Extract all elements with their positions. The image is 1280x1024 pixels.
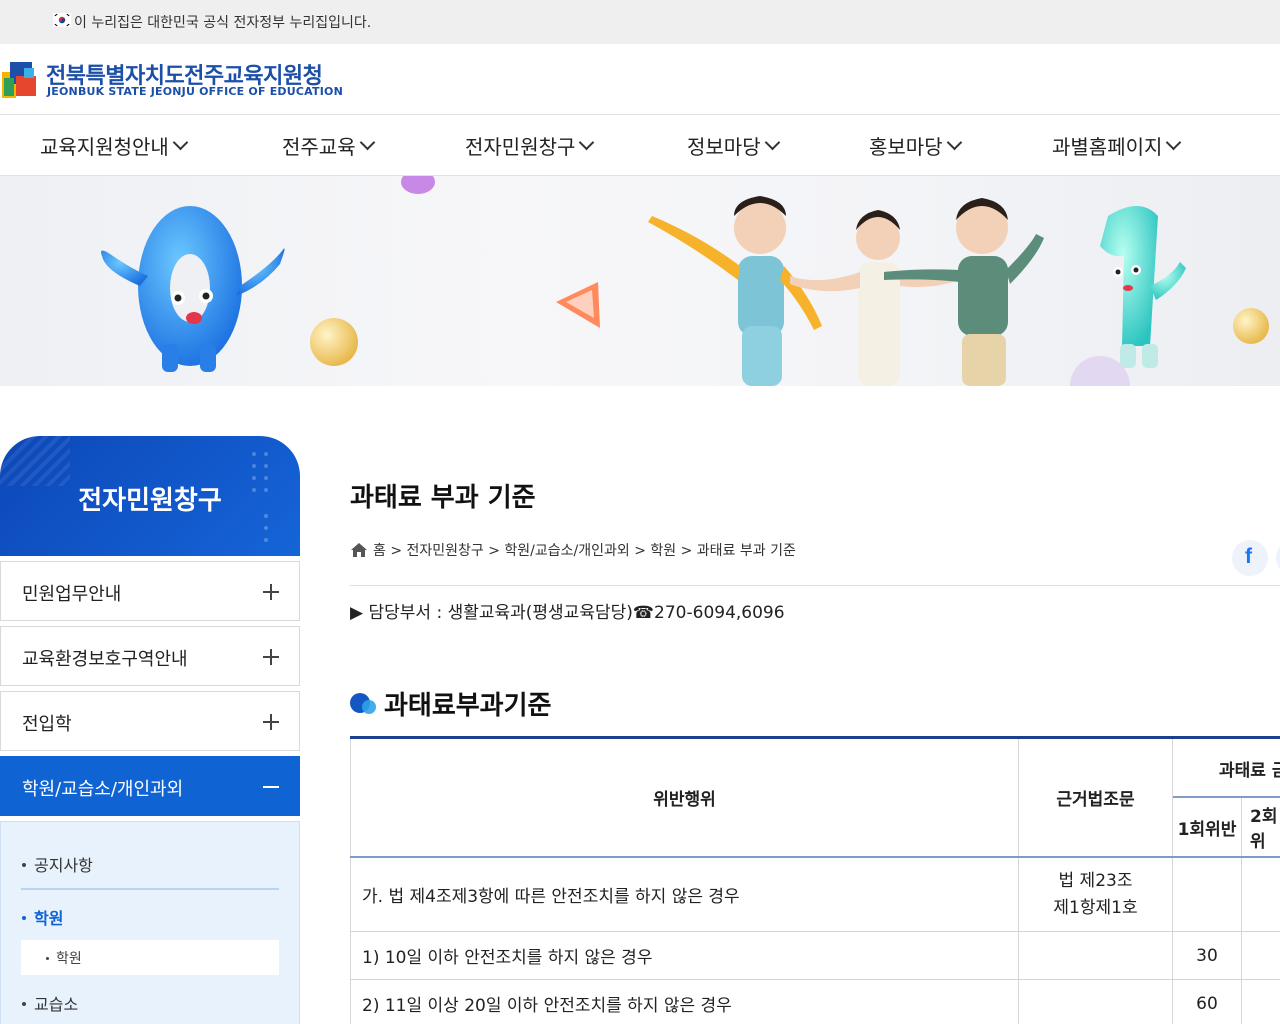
sidebar-menu-label: 학원/교습소/개인과외 bbox=[22, 779, 184, 800]
minus-icon bbox=[263, 786, 279, 788]
table-cell-first: 60 bbox=[1173, 980, 1242, 1024]
table-cell-law: 법 제23조 제1항제1호 bbox=[1019, 858, 1173, 932]
submenu-item-academy[interactable]: 학원 bbox=[21, 905, 63, 929]
section-title-text: 과태료부과기준 bbox=[384, 690, 552, 721]
gnb-label: 정보마당 bbox=[687, 135, 761, 159]
sidebar-menu-label: 교육환경보호구역안내 bbox=[22, 649, 188, 670]
gov-notice-text: 이 누리집은 대한민국 공식 전자정부 누리집입니다. bbox=[74, 15, 372, 31]
plus-icon bbox=[263, 714, 279, 730]
gnb-item-pr[interactable]: 홍보마당 bbox=[869, 131, 962, 160]
table-row: 가. 법 제4조제3항에 따른 안전조치를 하지 않은 경우 bbox=[350, 858, 1019, 932]
table-header-second-violation: 2회위 bbox=[1242, 798, 1280, 857]
table-header-first-violation: 1회위반 bbox=[1173, 798, 1242, 857]
korean-flag-icon bbox=[53, 13, 71, 27]
gnb-item-dept-homepages[interactable]: 과별홈페이지 bbox=[1052, 131, 1182, 160]
chevron-down-icon bbox=[1166, 134, 1182, 151]
table-header-violation: 위반행위 bbox=[350, 739, 1019, 857]
submenu-divider bbox=[21, 888, 279, 890]
logo-subtitle: JEONBUK STATE JEONJU OFFICE OF EDUCATION bbox=[47, 85, 343, 98]
facebook-share-icon[interactable]: f bbox=[1232, 540, 1268, 576]
sidebar-title: 전자민원창구 bbox=[78, 486, 222, 516]
gnb-label: 교육지원청안내 bbox=[40, 135, 169, 159]
logo-icon[interactable] bbox=[0, 56, 42, 102]
page-title: 과태료 부과 기준 bbox=[350, 483, 536, 513]
table-cell-second bbox=[1242, 932, 1280, 980]
plus-icon bbox=[263, 649, 279, 665]
hero-banner bbox=[0, 176, 1280, 386]
sidebar-menu-protection-zone[interactable]: 교육환경보호구역안내 bbox=[0, 626, 300, 686]
gnb-item-office-info[interactable]: 교육지원청안내 bbox=[40, 131, 189, 160]
gnb-label: 전자민원창구 bbox=[465, 135, 576, 159]
sidebar-menu-label: 민원업무안내 bbox=[22, 584, 122, 605]
table-cell-first bbox=[1173, 858, 1242, 932]
banner-illustration bbox=[101, 176, 1269, 386]
department-info: ▶ 담당부서 : 생활교육과(평생교육담당)☎270-6094,6096 bbox=[350, 603, 785, 623]
table-cell-law bbox=[1019, 932, 1173, 980]
sidebar-header: 전자민원창구 bbox=[0, 436, 300, 556]
chevron-down-icon bbox=[172, 134, 189, 151]
chevron-down-icon bbox=[359, 134, 375, 151]
breadcrumb-text[interactable]: 홈 > 전자민원창구 > 학원/교습소/개인과외 > 학원 > 과태료 부과 기… bbox=[373, 540, 796, 560]
chevron-down-icon bbox=[579, 134, 595, 151]
sidebar-menu-academy[interactable]: 학원/교습소/개인과외 bbox=[0, 756, 300, 816]
table-row: 2) 11일 이상 20일 이하 안전조치를 하지 않은 경우 bbox=[350, 980, 1019, 1024]
table-cell-second bbox=[1242, 980, 1280, 1024]
share-icon[interactable] bbox=[1276, 540, 1280, 576]
submenu-subitem-label: 학원 bbox=[46, 948, 82, 968]
gnb-item-info[interactable]: 정보마당 bbox=[687, 131, 780, 160]
gnb-item-jeonju-education[interactable]: 전주교육 bbox=[282, 131, 375, 160]
sidebar-menu-label: 전입학 bbox=[22, 714, 72, 735]
gnb-label: 홍보마당 bbox=[869, 135, 943, 159]
submenu-item-notice[interactable]: 공지사항 bbox=[22, 852, 93, 876]
sidebar-menu-transfer[interactable]: 전입학 bbox=[0, 691, 300, 751]
divider bbox=[350, 585, 1280, 586]
table-cell-second bbox=[1242, 858, 1280, 932]
table-cell-first: 30 bbox=[1173, 932, 1242, 980]
table-row: 1) 10일 이하 안전조치를 하지 않은 경우 bbox=[350, 932, 1019, 980]
site-header: 전북특별자치도전주교육지원청 JEONBUK STATE JEONJU OFFI… bbox=[0, 44, 1280, 115]
children-illustration bbox=[648, 196, 1044, 386]
gnb-item-e-petition[interactable]: 전자민원창구 bbox=[465, 131, 595, 160]
home-icon[interactable] bbox=[350, 542, 368, 558]
table-cell-law bbox=[1019, 980, 1173, 1024]
gnb-label: 전주교육 bbox=[282, 135, 356, 159]
breadcrumb: 홈 > 전자민원창구 > 학원/교습소/개인과외 > 학원 > 과태료 부과 기… bbox=[350, 540, 796, 560]
submenu-subitem-academy[interactable]: 학원 bbox=[21, 940, 279, 975]
sidebar-menu-petition-guide[interactable]: 민원업무안내 bbox=[0, 561, 300, 621]
section-heading: 과태료부과기준 bbox=[350, 686, 552, 721]
plus-icon bbox=[263, 584, 279, 600]
table-header-law: 근거법조문 bbox=[1019, 739, 1173, 857]
decorative-stripes bbox=[0, 436, 70, 486]
section-bullet-icon bbox=[350, 691, 378, 715]
table-header-fine: 과태료 금 bbox=[1173, 739, 1280, 798]
submenu-item-tutoring[interactable]: 교습소 bbox=[21, 991, 78, 1015]
gnb-label: 과별홈페이지 bbox=[1052, 135, 1163, 159]
chevron-down-icon bbox=[946, 134, 962, 151]
chevron-down-icon bbox=[764, 134, 780, 151]
gov-notice-bar: 이 누리집은 대한민국 공식 전자정부 누리집입니다. bbox=[0, 0, 1280, 44]
global-nav: 교육지원청안내 전주교육 전자민원창구 정보마당 홍보마당 과별홈페이지 bbox=[0, 115, 1280, 176]
